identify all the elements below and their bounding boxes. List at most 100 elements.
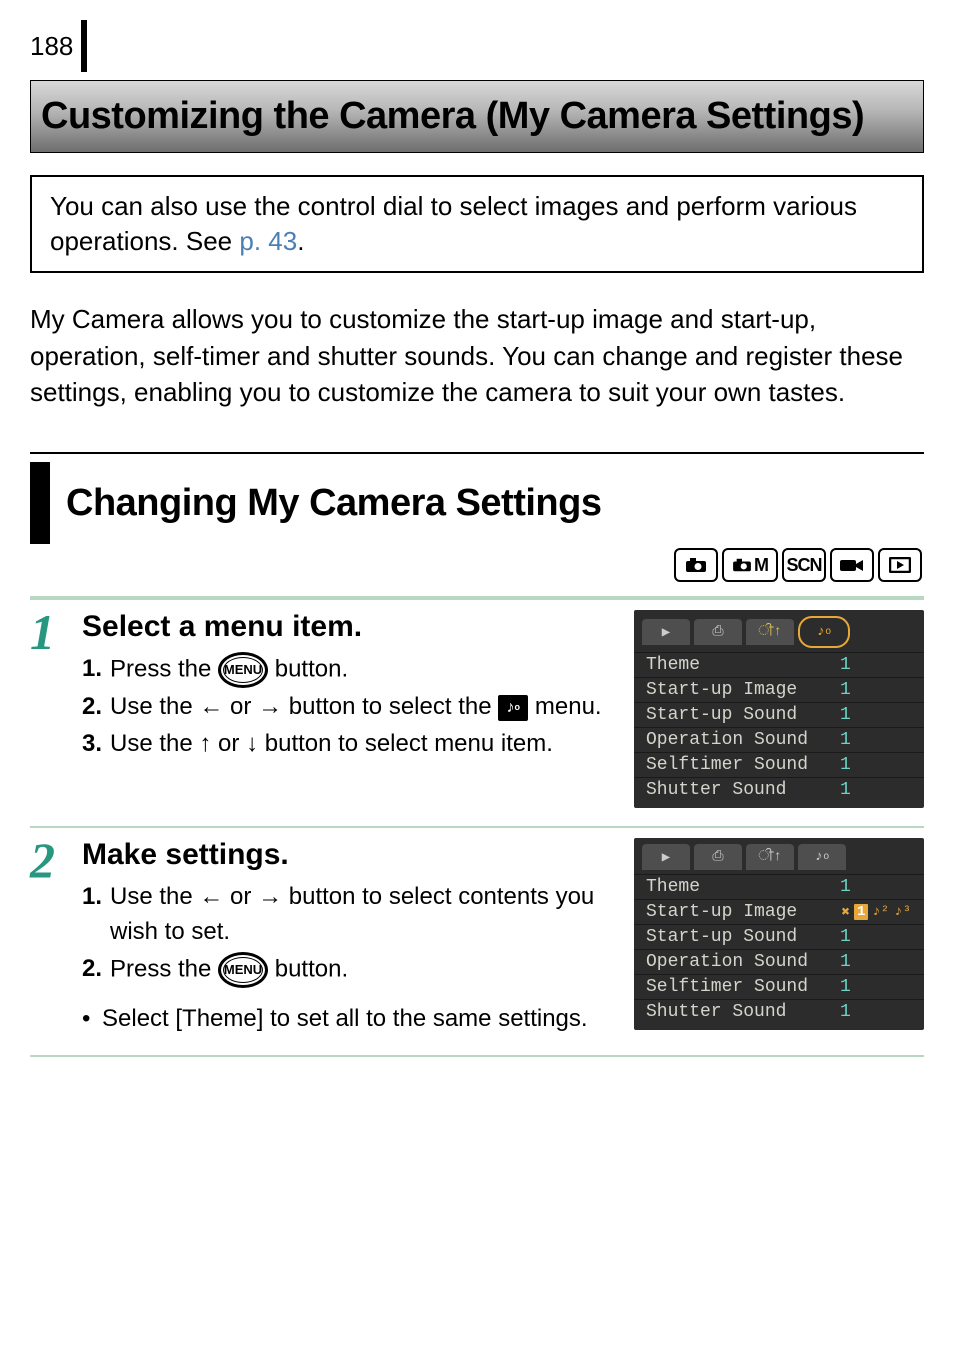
tab-playback-icon: ▶ — [642, 844, 690, 870]
line-text: button. — [268, 656, 348, 683]
option-2-icon: ♪² — [871, 904, 890, 920]
left-arrow-icon: ← — [199, 693, 223, 720]
step-title: Select a menu item. — [82, 610, 622, 644]
camera-screenshot: ▶ ⎙ ੀ↑ ♪o Theme1 Start-up Image1 Start-u… — [634, 610, 924, 808]
screen-row: Operation Sound 1 — [634, 727, 924, 752]
tab-tools-icon: ੀ↑ — [746, 844, 794, 870]
row-value: 1 — [840, 952, 912, 972]
line-text: Use the — [110, 730, 199, 757]
header-divider — [81, 20, 87, 72]
line-number: 2. — [82, 952, 110, 988]
line-text: Use the — [110, 693, 199, 720]
step-list: 1. Press the MENU button. 2. Use the ← o… — [82, 652, 622, 762]
right-arrow-icon: → — [258, 883, 282, 910]
screen-row: Shutter Sound 1 — [634, 999, 924, 1024]
section-header-bar — [30, 462, 50, 544]
mode-movie-icon — [830, 548, 874, 582]
step-line: 2. Use the ← or → button to select the ♪… — [82, 690, 622, 725]
up-arrow-icon: ↑ — [199, 730, 211, 757]
note-text-before: You can also use the control dial to sel… — [50, 191, 857, 256]
row-label: Start-up Image — [646, 902, 797, 922]
bullet-text: Select [Theme] to set all to the same se… — [102, 1002, 588, 1037]
line-number: 1. — [82, 880, 110, 950]
step-content: Select a menu item. 1. Press the MENU bu… — [82, 610, 622, 808]
step-row: 2 Make settings. 1. Use the ← or → butto… — [30, 828, 924, 1056]
row-label: Operation Sound — [646, 952, 808, 972]
row-value: 1 — [840, 1002, 912, 1022]
screen-row: Theme 1 — [634, 652, 924, 677]
section-header: Changing My Camera Settings M SCN — [30, 452, 924, 582]
tab-tools-icon: ੀ↑ — [746, 619, 794, 645]
row-value: 1 — [840, 655, 912, 675]
row-value: 1 — [840, 927, 912, 947]
row-value: 1 — [840, 755, 912, 775]
chapter-title: Customizing the Camera (My Camera Settin… — [41, 95, 913, 138]
step-line: 3. Use the ↑ or ↓ button to select menu … — [82, 727, 622, 762]
step-content: Make settings. 1. Use the ← or → button … — [82, 838, 622, 1036]
tab-my-camera-icon: ♪o — [798, 844, 846, 870]
right-arrow-icon: → — [258, 693, 282, 720]
camera-screenshot: ▶ ⎙ ੀ↑ ♪o Theme1 Start-up Image ✖ 1 ♪² ♪… — [634, 838, 924, 1036]
line-number: 2. — [82, 690, 110, 725]
row-value: 1 — [840, 730, 912, 750]
screen-row: Start-up Sound 1 — [634, 924, 924, 949]
step-title: Make settings. — [82, 838, 622, 872]
line-text: or — [223, 693, 258, 720]
step-list: 1. Use the ← or → button to select conte… — [82, 880, 622, 1036]
left-arrow-icon: ← — [199, 883, 223, 910]
my-camera-menu-icon: ♪o — [498, 695, 528, 721]
mode-auto-icon — [674, 548, 718, 582]
mode-icon-row: M SCN — [30, 548, 924, 582]
line-number: 3. — [82, 727, 110, 762]
step-number: 2 — [30, 838, 70, 1036]
row-label: Theme — [646, 655, 700, 675]
line-text: button to select menu item. — [258, 730, 553, 757]
line-number: 1. — [82, 652, 110, 688]
line-text: or — [211, 730, 246, 757]
row-value: 1 — [840, 680, 912, 700]
menu-button-icon: MENU — [218, 952, 268, 988]
note-text-after: . — [297, 226, 304, 256]
option-off-icon: ✖ — [841, 904, 851, 921]
note-box: You can also use the control dial to sel… — [30, 175, 924, 273]
tab-print-icon: ⎙ — [694, 619, 742, 645]
step-bullet: • Select [Theme] to set all to the same … — [82, 1002, 622, 1037]
steps-container: 1 Select a menu item. 1. Press the MENU … — [30, 596, 924, 1056]
page-number: 188 — [30, 31, 73, 62]
screen-row: Shutter Sound 1 — [634, 777, 924, 802]
option-selected: 1 — [854, 904, 868, 920]
row-label: Selftimer Sound — [646, 755, 808, 775]
screen-row: Selftimer Sound 1 — [634, 752, 924, 777]
page-header: 188 — [0, 0, 954, 70]
page-reference-link[interactable]: p. 43 — [239, 226, 297, 256]
intro-paragraph: My Camera allows you to customize the st… — [30, 301, 924, 410]
row-label: Selftimer Sound — [646, 977, 808, 997]
step-line: 1. Press the MENU button. — [82, 652, 622, 688]
row-value: 1 — [840, 977, 912, 997]
screen-row: Start-up Sound1 — [634, 702, 924, 727]
mode-manual-icon: M — [722, 548, 778, 582]
line-text: menu. — [528, 693, 601, 720]
screen-tabs: ▶ ⎙ ੀ↑ ♪o — [634, 838, 924, 874]
screen-tabs: ▶ ⎙ ੀ↑ ♪o — [634, 610, 924, 652]
screen-row: Theme1 — [634, 874, 924, 899]
line-text: Press the — [110, 955, 218, 982]
line-text: button to select the — [282, 693, 498, 720]
row-label: Start-up Sound — [646, 927, 797, 947]
row-value-options: ✖ 1 ♪² ♪³ — [841, 902, 912, 922]
section-title: Changing My Camera Settings — [66, 482, 601, 525]
line-text: button. — [268, 955, 348, 982]
row-label: Shutter Sound — [646, 1002, 786, 1022]
down-arrow-icon: ↓ — [246, 730, 258, 757]
step-line: 1. Use the ← or → button to select conte… — [82, 880, 622, 950]
step-line: 2. Press the MENU button. — [82, 952, 622, 988]
row-label: Operation Sound — [646, 730, 808, 750]
row-label: Start-up Sound — [646, 705, 797, 725]
row-value: 1 — [840, 780, 912, 800]
option-3-icon: ♪³ — [893, 904, 912, 920]
step-number: 1 — [30, 610, 70, 808]
line-text: or — [223, 883, 258, 910]
row-label: Shutter Sound — [646, 780, 786, 800]
step-row: 1 Select a menu item. 1. Press the MENU … — [30, 596, 924, 828]
row-value: 1 — [840, 877, 912, 897]
